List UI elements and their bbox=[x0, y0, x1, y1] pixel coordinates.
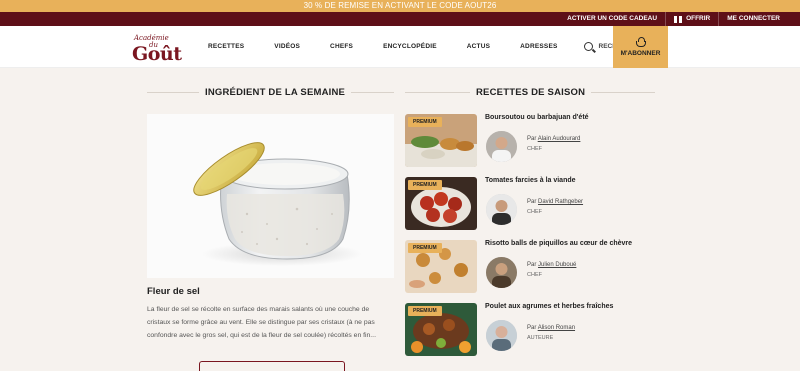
recipe-thumbnail[interactable]: PREMIUM bbox=[405, 114, 477, 167]
by-label: Par bbox=[527, 199, 537, 205]
logo-line3: Goût bbox=[132, 42, 182, 65]
recipe-author-line: Par Julien Duboué bbox=[527, 262, 576, 268]
author-role: CHEF bbox=[527, 209, 542, 215]
search-icon bbox=[583, 42, 593, 51]
main-nav: RECETTES VIDÉOS CHEFS ENCYCLOPÉDIE ACTUS… bbox=[208, 43, 588, 50]
recipe-thumbnail[interactable]: PREMIUM bbox=[405, 240, 477, 293]
by-label: Par bbox=[527, 325, 537, 331]
recipe-title[interactable]: Boursoutou ou barbajuan d'été bbox=[485, 114, 589, 121]
offer-label: OFFRIR bbox=[686, 15, 711, 22]
login-label: ME CONNECTER bbox=[727, 15, 780, 22]
author-link[interactable]: Alison Roman bbox=[538, 325, 575, 331]
recipe-card[interactable]: PREMIUM Poulet aux agrumes et herbes fra… bbox=[405, 303, 655, 356]
basket-icon bbox=[635, 36, 646, 47]
author-link[interactable]: Julien Duboué bbox=[538, 262, 576, 268]
ingredient-section-title: INGRÉDIENT DE LA SEMAINE bbox=[205, 87, 346, 98]
divider bbox=[351, 92, 394, 93]
ingredient-section-header: INGRÉDIENT DE LA SEMAINE bbox=[147, 87, 394, 98]
recipe-thumbnail[interactable]: PREMIUM bbox=[405, 303, 477, 356]
by-label: Par bbox=[527, 136, 537, 142]
avatar[interactable] bbox=[486, 194, 517, 225]
nav-item-videos[interactable]: VIDÉOS bbox=[274, 43, 300, 50]
author-link[interactable]: Alain Audourard bbox=[538, 136, 581, 142]
chef-photo bbox=[486, 194, 517, 225]
offer-link[interactable]: OFFRIR bbox=[665, 12, 718, 26]
nav-item-adresses[interactable]: ADRESSES bbox=[520, 43, 557, 50]
chef-photo bbox=[486, 257, 517, 288]
recipe-author-line: Par David Rathgeber bbox=[527, 199, 583, 205]
top-utility-bar: ACTIVER UN CODE CADEAU OFFRIR ME CONNECT… bbox=[0, 12, 800, 26]
subscribe-button[interactable]: M'ABONNER bbox=[613, 26, 668, 68]
divider bbox=[147, 92, 199, 93]
recipe-thumbnail[interactable]: PREMIUM bbox=[405, 177, 477, 230]
ingredient-description: La fleur de sel se récolte en surface de… bbox=[147, 306, 376, 339]
nav-item-actus[interactable]: ACTUS bbox=[467, 43, 490, 50]
nav-item-chefs[interactable]: CHEFS bbox=[330, 43, 353, 50]
author-role: CHEF bbox=[527, 272, 542, 278]
avatar[interactable] bbox=[486, 257, 517, 288]
by-label: Par bbox=[527, 262, 537, 268]
premium-badge: PREMIUM bbox=[408, 306, 442, 316]
ingredient-image[interactable] bbox=[147, 114, 394, 278]
read-more-button[interactable] bbox=[199, 361, 345, 371]
recipe-card[interactable]: PREMIUM Tomates farcies à la viande Par … bbox=[405, 177, 655, 230]
subscribe-label: M'ABONNER bbox=[620, 49, 661, 57]
recipe-card[interactable]: PREMIUM Risotto balls de piquillos au cœ… bbox=[405, 240, 655, 293]
season-section-header: RECETTES DE SAISON bbox=[405, 87, 655, 98]
premium-badge: PREMIUM bbox=[408, 180, 442, 190]
site-logo[interactable]: Académie du Goût bbox=[132, 30, 186, 65]
salt-jar-image bbox=[193, 142, 362, 266]
recipe-card[interactable]: PREMIUM Boursoutou ou barbajuan d'été Pa… bbox=[405, 114, 655, 167]
activate-code-link[interactable]: ACTIVER UN CODE CADEAU bbox=[559, 12, 665, 26]
recipe-title[interactable]: Poulet aux agrumes et herbes fraîches bbox=[485, 303, 613, 310]
season-section-title: RECETTES DE SAISON bbox=[476, 87, 586, 98]
recipe-title[interactable]: Tomates farcies à la viande bbox=[485, 177, 576, 184]
author-role: CHEF bbox=[527, 146, 542, 152]
premium-badge: PREMIUM bbox=[408, 243, 442, 253]
main-header: Académie du Goût RECETTES VIDÉOS CHEFS E… bbox=[0, 26, 800, 68]
divider bbox=[405, 92, 470, 93]
activate-code-label: ACTIVER UN CODE CADEAU bbox=[567, 15, 658, 22]
nav-item-recettes[interactable]: RECETTES bbox=[208, 43, 244, 50]
recipe-author-line: Par Alain Audourard bbox=[527, 136, 580, 142]
author-photo bbox=[486, 320, 517, 351]
avatar[interactable] bbox=[486, 320, 517, 351]
recipe-title[interactable]: Risotto balls de piquillos au cœur de ch… bbox=[485, 240, 632, 247]
premium-badge: PREMIUM bbox=[408, 117, 442, 127]
gift-icon bbox=[674, 15, 683, 23]
promo-banner[interactable]: 30 % DE REMISE EN ACTIVANT LE CODE AOUT2… bbox=[0, 0, 800, 12]
login-link[interactable]: ME CONNECTER bbox=[718, 12, 788, 26]
ingredient-name[interactable]: Fleur de sel bbox=[147, 286, 200, 297]
author-role: AUTEURE bbox=[527, 335, 554, 341]
divider bbox=[591, 92, 655, 93]
chef-photo bbox=[486, 131, 517, 162]
author-link[interactable]: David Rathgeber bbox=[538, 199, 583, 205]
recipe-author-line: Par Alison Roman bbox=[527, 325, 575, 331]
nav-item-encyclopedie[interactable]: ENCYCLOPÉDIE bbox=[383, 43, 437, 50]
avatar[interactable] bbox=[486, 131, 517, 162]
